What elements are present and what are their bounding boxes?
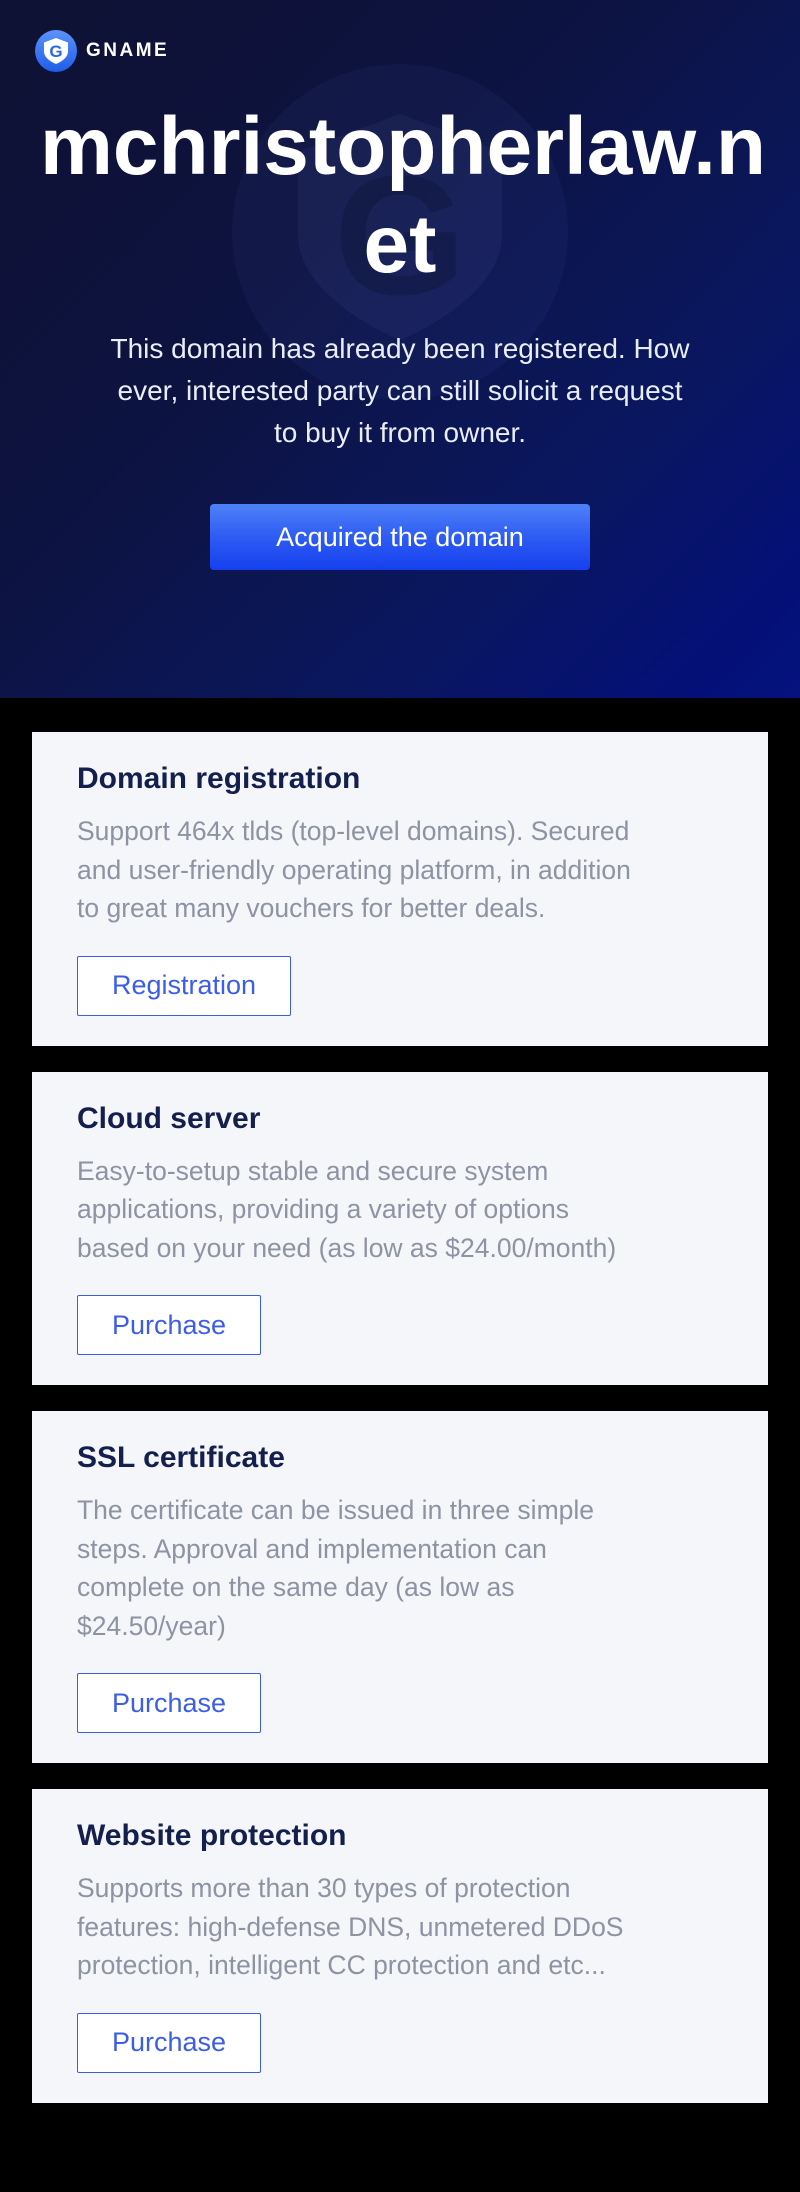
card-title: Website protection <box>77 1819 724 1853</box>
brand-name: GNAME <box>86 40 169 62</box>
domain-title: mchristopherlaw.n et <box>40 98 760 294</box>
gname-logo-icon: G <box>35 30 77 72</box>
card-description: Supports more than 30 types of protectio… <box>77 1869 724 1985</box>
purchase-protection-button[interactable]: Purchase <box>77 2013 261 2073</box>
card-description: Support 464x tlds (top-level domains). S… <box>77 812 724 928</box>
acquire-domain-button[interactable]: Acquired the domain <box>210 504 590 570</box>
bottom-spacer <box>0 2103 800 2188</box>
service-card-domain-registration: Domain registration Support 464x tlds (t… <box>32 732 768 1046</box>
purchase-ssl-button[interactable]: Purchase <box>77 1673 261 1733</box>
card-title: SSL certificate <box>77 1441 724 1475</box>
card-title: Cloud server <box>77 1102 724 1136</box>
brand-link[interactable]: G GNAME <box>0 0 169 72</box>
purchase-cloud-server-button[interactable]: Purchase <box>77 1295 261 1355</box>
svg-text:G: G <box>49 42 62 61</box>
card-description: The certificate can be issued in three s… <box>77 1491 724 1645</box>
hero-description: This domain has already been registered.… <box>30 328 770 454</box>
registration-button[interactable]: Registration <box>77 956 291 1016</box>
card-title: Domain registration <box>77 762 724 796</box>
service-card-website-protection: Website protection Supports more than 30… <box>32 1789 768 2103</box>
card-description: Easy-to-setup stable and secure system a… <box>77 1152 724 1268</box>
services-section: Domain registration Support 464x tlds (t… <box>0 698 800 2103</box>
service-card-cloud-server: Cloud server Easy-to-setup stable and se… <box>32 1072 768 1386</box>
hero-section: G G GNAME mchristopherlaw.n et This doma… <box>0 0 800 698</box>
service-card-ssl-certificate: SSL certificate The certificate can be i… <box>32 1411 768 1763</box>
